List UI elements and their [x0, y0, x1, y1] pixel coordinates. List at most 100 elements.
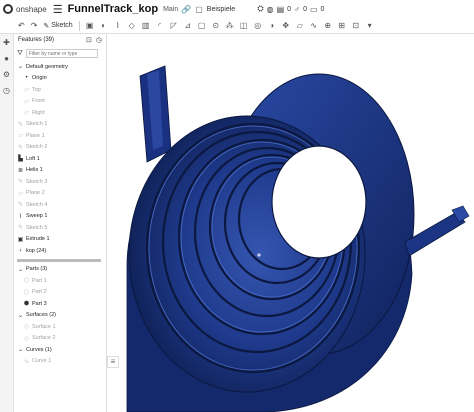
- measure-icon[interactable]: ⊞: [338, 21, 346, 30]
- hole-icon[interactable]: ⊙: [212, 21, 220, 30]
- menu-icon[interactable]: ☰: [53, 3, 63, 16]
- surface-icon: ◇: [24, 335, 29, 342]
- part-item[interactable]: ⬡ Part 1: [14, 275, 106, 287]
- plane-icon[interactable]: ▱: [296, 21, 304, 30]
- workspace-label[interactable]: Main: [163, 6, 178, 13]
- document-title[interactable]: FunnelTrack_kop: [68, 3, 158, 15]
- split-icon[interactable]: ◑: [268, 21, 276, 30]
- parts-icon[interactable]: ⚙: [0, 70, 13, 82]
- feature-sketch-3[interactable]: ✎ Sketch 3: [14, 176, 106, 188]
- front-plane-node[interactable]: ▱ Front: [14, 96, 106, 108]
- part-label: Part 2: [32, 289, 47, 296]
- feature-label: kop (24): [26, 247, 47, 254]
- list-view-icon[interactable]: ≡: [107, 356, 119, 368]
- globe-icon[interactable]: ◍: [267, 5, 274, 14]
- feature-sweep-1[interactable]: ⌇ Sweep 1: [14, 211, 106, 223]
- origin-icon: •: [25, 75, 28, 82]
- versions-icon[interactable]: ⛭: [257, 4, 263, 14]
- feature-helix-1[interactable]: ≣ Helix 1: [14, 165, 106, 177]
- rollback-bar[interactable]: [17, 258, 101, 262]
- part-icon: ⬢: [23, 301, 30, 308]
- feature-sketch-2[interactable]: ✎ Sketch 2: [14, 142, 106, 154]
- feature-plane-2[interactable]: ▱ Plane 2: [14, 188, 106, 200]
- fillet-icon[interactable]: ◜: [156, 21, 164, 30]
- sketch-button[interactable]: ✎ Sketch: [43, 22, 72, 30]
- filter-input[interactable]: [25, 49, 98, 58]
- part-item[interactable]: ⬡ Part 2: [14, 287, 106, 299]
- curve-label: Curve 1: [32, 358, 52, 365]
- add-folder-icon[interactable]: ⊡: [86, 36, 92, 44]
- feature-list-header: Features (39) ⊡ ◷: [14, 34, 106, 46]
- right-plane-label: Right: [32, 109, 45, 116]
- surfaces-node[interactable]: ⌄ Surfaces (2): [14, 310, 106, 322]
- thicken-icon[interactable]: ▥: [142, 21, 150, 30]
- pattern-icon[interactable]: ⁂: [226, 21, 234, 30]
- pencil-icon: ✎: [43, 22, 50, 30]
- chevron-down-icon[interactable]: ⌄: [17, 63, 24, 70]
- origin-node[interactable]: • Origin: [14, 73, 106, 85]
- chevron-down-icon[interactable]: ⌄: [17, 346, 24, 353]
- link-icon[interactable]: 🔗: [181, 5, 191, 14]
- extrude-icon[interactable]: ▣: [86, 21, 94, 30]
- top-plane-node[interactable]: ▱ Top: [14, 84, 106, 96]
- feature-sketch-1[interactable]: ✎ Sketch 1: [14, 119, 106, 131]
- feature-label: Helix 1: [26, 167, 43, 174]
- right-plane-node[interactable]: ▱ Right: [14, 107, 106, 119]
- sweep-icon: ⌇: [19, 213, 22, 220]
- transform-icon[interactable]: ✥: [282, 21, 290, 30]
- surface-item[interactable]: ◇ Surface 2: [14, 333, 106, 345]
- origin-label: Origin: [32, 75, 47, 82]
- onshape-logo-icon[interactable]: [3, 4, 13, 14]
- part-item[interactable]: ⬢ Part 3: [14, 298, 106, 310]
- more-tools-icon[interactable]: ▾: [366, 21, 374, 30]
- feature-loft-1[interactable]: ▙ Loft 1: [14, 153, 106, 165]
- history-icon[interactable]: ◷: [0, 86, 13, 98]
- chevron-right-icon[interactable]: ›: [17, 248, 24, 254]
- comments-icon[interactable]: ●: [0, 54, 13, 66]
- feature-extrude-1[interactable]: ▣ Extrude 1: [14, 234, 106, 246]
- surface-item[interactable]: ◇ Surface 1: [14, 321, 106, 333]
- undo-icon[interactable]: ↶: [18, 21, 25, 30]
- rear-chute: [139, 65, 172, 163]
- helix-icon[interactable]: ∿: [310, 21, 318, 30]
- chevron-down-icon[interactable]: ⌄: [17, 266, 24, 273]
- funnel-track-model[interactable]: [107, 34, 474, 412]
- sketch-label: Sketch: [51, 22, 73, 29]
- chamfer-icon[interactable]: ◸: [170, 21, 178, 30]
- curve-item[interactable]: ∿ Curve 1: [14, 356, 106, 368]
- sweep-icon[interactable]: ⌇: [114, 21, 122, 30]
- thumbs-up-icon[interactable]: ♂: [294, 5, 300, 14]
- chevron-down-icon[interactable]: ⌄: [17, 312, 24, 319]
- loft-icon[interactable]: ◇: [128, 21, 136, 30]
- comments-count: 0: [320, 5, 325, 13]
- feature-sketch-5[interactable]: ✎ Sketch 5: [14, 222, 106, 234]
- shell-icon[interactable]: ▢: [198, 21, 206, 30]
- comment-icon[interactable]: ▭: [310, 5, 318, 14]
- versions-count: 0: [287, 5, 292, 13]
- part-label: Part 1: [32, 277, 47, 284]
- boolean-icon[interactable]: ◎: [254, 21, 262, 30]
- draft-icon[interactable]: ⊿: [184, 21, 192, 30]
- parts-node[interactable]: ⌄ Parts (3): [14, 264, 106, 276]
- features-icon[interactable]: ✚: [0, 38, 13, 50]
- redo-icon[interactable]: ↷: [31, 21, 38, 30]
- feature-folder-kop[interactable]: › kop (24): [14, 245, 106, 257]
- feature-toolbar: ↶ ↷ ✎ Sketch ▣ ◐ ⌇ ◇ ▥ ◜ ◸ ⊿ ▢ ⊙ ⁂ ◫ ◎ ◑…: [0, 18, 474, 34]
- feature-sketch-4[interactable]: ✎ Sketch 4: [14, 199, 106, 211]
- folder-name[interactable]: Beispiele: [207, 6, 235, 13]
- document-icon[interactable]: ▤: [277, 5, 285, 14]
- default-geometry-node[interactable]: ⌄ Default geometry: [14, 61, 106, 73]
- curves-node[interactable]: ⌄ Curves (1): [14, 344, 106, 356]
- mirror-icon[interactable]: ◫: [240, 21, 248, 30]
- feature-plane-1[interactable]: ▱ Plane 1: [14, 130, 106, 142]
- graphics-viewport[interactable]: [107, 34, 474, 412]
- mate-connector-icon[interactable]: ⊕: [324, 21, 332, 30]
- clock-icon[interactable]: ◷: [96, 36, 102, 44]
- view-icon[interactable]: ⊡: [352, 21, 360, 30]
- feature-label: Sweep 1: [26, 213, 48, 220]
- parts-label: Parts (3): [26, 266, 48, 273]
- cursor-marker: [257, 253, 261, 257]
- feature-label: Plane 2: [26, 190, 45, 197]
- feature-label: Sketch 2: [26, 144, 48, 151]
- revolve-icon[interactable]: ◐: [100, 21, 108, 30]
